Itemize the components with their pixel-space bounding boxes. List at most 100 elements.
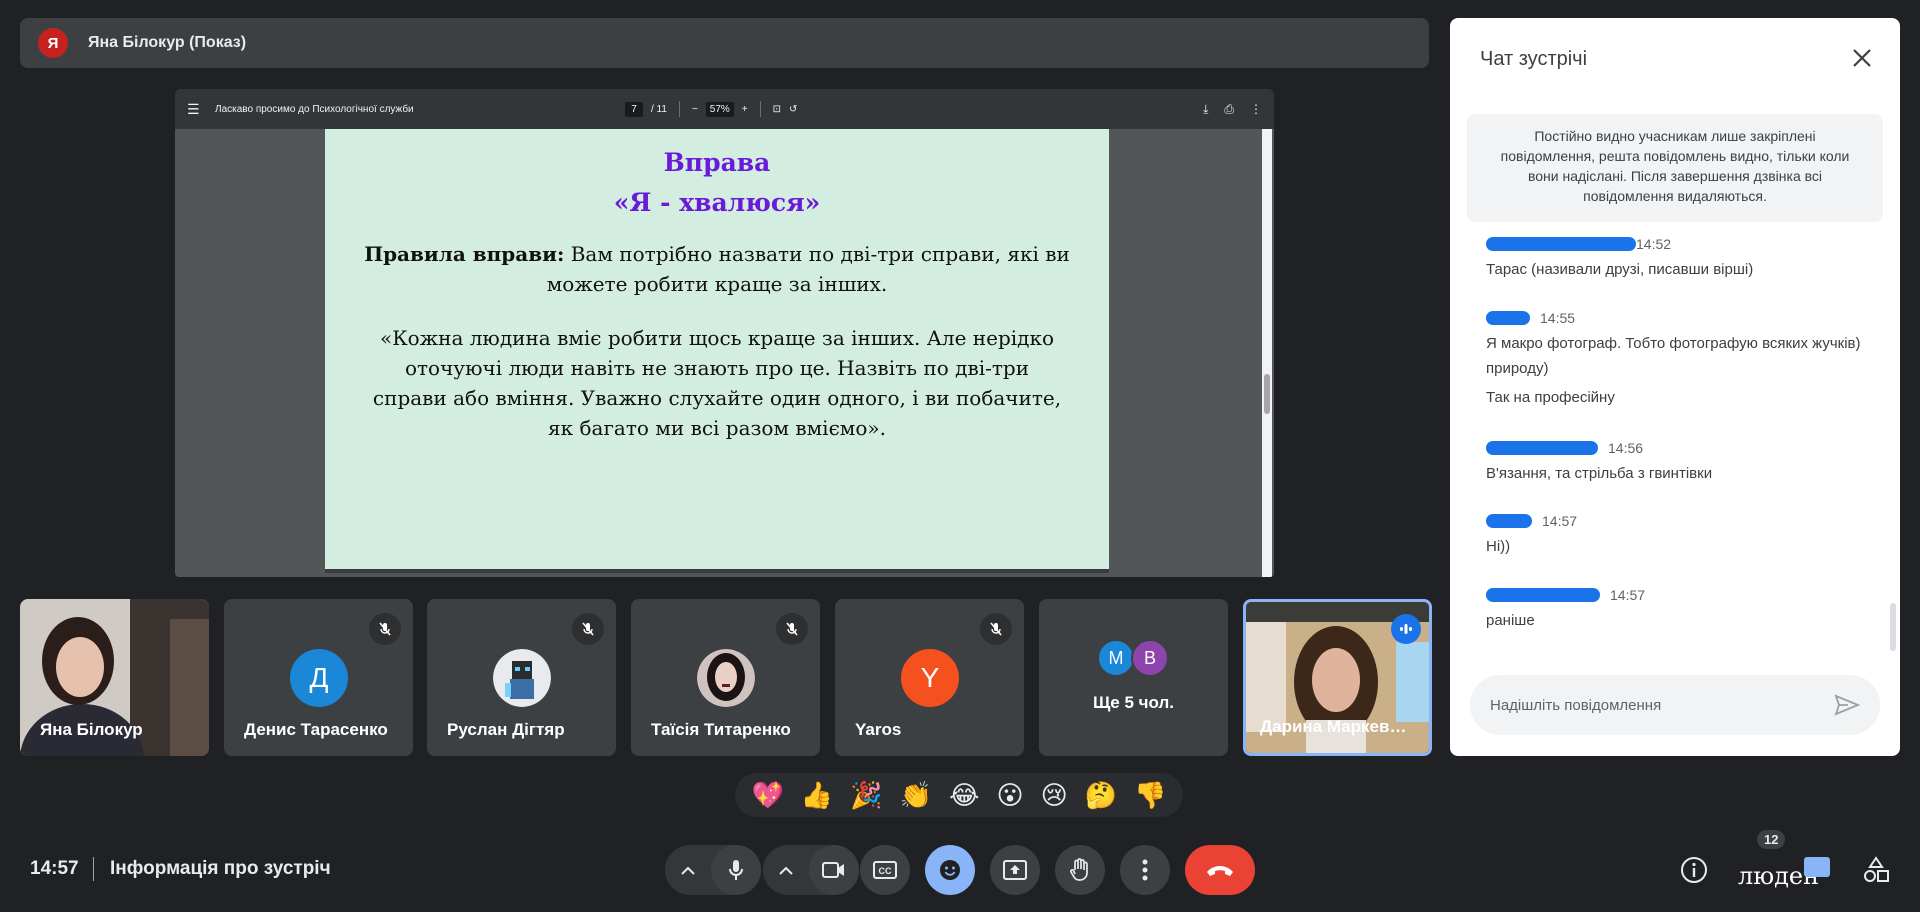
- participant-name: Таїсія Титаренко: [651, 720, 791, 739]
- participant-avatar: [493, 649, 551, 707]
- reaction-clap[interactable]: 👏: [900, 780, 932, 811]
- message-text: Так на професійну: [1486, 389, 1615, 406]
- participant-name: Яна Білокур: [40, 720, 143, 739]
- reaction-laugh[interactable]: 😂: [949, 780, 979, 811]
- chat-scrollbar[interactable]: [1890, 603, 1896, 651]
- chat-message: 14:56 В'язання, та стрільба з гвинтівки: [1486, 439, 1866, 486]
- participant-name: Yaros: [855, 720, 902, 739]
- emoji-button[interactable]: [925, 845, 975, 895]
- microphone-button[interactable]: [711, 845, 761, 895]
- participant-tile[interactable]: Дарина Маркев…: [1243, 599, 1432, 756]
- message-time: 14:57: [1542, 513, 1578, 529]
- reaction-thumbs-down[interactable]: 👎: [1134, 780, 1166, 811]
- more-participants-label: Ще 5 чол.: [1092, 693, 1175, 712]
- more-vert-icon: [1142, 859, 1148, 881]
- chat-message: 14:57 Ні)): [1486, 512, 1866, 559]
- participant-avatar: Y: [901, 649, 959, 707]
- message-time: 14:55: [1540, 310, 1576, 326]
- presented-pdf-viewer: ☰ Ласкаво просимо до Психологічної служб…: [175, 89, 1274, 577]
- present-icon: [1003, 860, 1027, 880]
- redacted-sender: [1486, 514, 1532, 528]
- captions-icon: CC: [873, 861, 897, 879]
- mic-off-icon: [369, 613, 401, 645]
- present-button[interactable]: [990, 845, 1040, 895]
- menu-icon: ☰: [187, 100, 200, 117]
- redacted-sender: [1486, 311, 1530, 325]
- camera-button[interactable]: [809, 845, 859, 895]
- mic-off-icon: [572, 613, 604, 645]
- reaction-heart[interactable]: 💖: [752, 780, 784, 811]
- close-icon: [1853, 49, 1871, 67]
- leave-call-button[interactable]: [1185, 845, 1255, 895]
- reaction-thinking[interactable]: 🤔: [1085, 780, 1117, 811]
- close-chat-button[interactable]: [1848, 44, 1876, 72]
- chevron-up-icon[interactable]: [763, 845, 809, 895]
- chat-message: 14:52 Тарас (називали друзі, писавши вір…: [1486, 235, 1866, 282]
- zoom-in-icon: +: [741, 103, 748, 115]
- pdf-page-number: 7: [625, 101, 643, 117]
- slide-title-line1: Вправа: [663, 148, 771, 177]
- activities-icon: [1864, 856, 1889, 882]
- hand-icon: [1070, 858, 1088, 881]
- chat-title: Чат зустрічі: [1480, 48, 1588, 70]
- redacted-sender: [1486, 588, 1600, 602]
- rules-label: Правила вправи:: [364, 242, 565, 266]
- send-icon[interactable]: [1834, 694, 1860, 716]
- message-time: 14:52: [1636, 236, 1672, 252]
- participant-avatar: В: [1131, 639, 1169, 677]
- mic-off-icon: [980, 613, 1012, 645]
- svg-text:CC: CC: [879, 866, 892, 876]
- raise-hand-button[interactable]: [1055, 845, 1105, 895]
- slide-title-line2: «Я - хвалюся»: [613, 188, 821, 217]
- emoji-icon: [940, 860, 960, 880]
- pdf-toolbar: ☰ Ласкаво просимо до Психологічної служб…: [175, 89, 1274, 129]
- message-time: 14:57: [1610, 587, 1646, 603]
- more-vert-icon: ⋮: [1250, 102, 1262, 116]
- message-text: В'язання, та стрільба з гвинтівки: [1486, 465, 1713, 482]
- more-options-button[interactable]: [1120, 845, 1170, 895]
- participant-tile[interactable]: Y Yaros: [835, 599, 1024, 756]
- pdf-zoom: 57%: [705, 101, 734, 117]
- slide-quote: «Кожна людина вміє робити щось краще за …: [372, 326, 1062, 440]
- download-icon: ⤓: [1203, 101, 1209, 116]
- participant-name: Дарина Маркев…: [1260, 717, 1407, 736]
- chat-icon[interactable]: [1804, 857, 1830, 877]
- meeting-details-button[interactable]: [1676, 850, 1712, 890]
- camera-control-group: [763, 845, 859, 895]
- participant-name: Денис Тарасенко: [244, 720, 388, 739]
- print-icon: ⎙: [1224, 101, 1234, 116]
- participant-avatar: [697, 649, 755, 707]
- more-participants-tile[interactable]: M В Ще 5 чол.: [1039, 599, 1228, 756]
- captions-button[interactable]: CC: [860, 845, 910, 895]
- reaction-surprised[interactable]: 😮: [996, 780, 1023, 811]
- participant-tile[interactable]: Д Денис Тарасенко: [224, 599, 413, 756]
- meeting-info-link[interactable]: Інформація про зустріч: [110, 858, 331, 880]
- message-text: Я макро фотограф. Тобто фотографую всяки…: [1486, 335, 1861, 377]
- chat-message: 14:57 раніше: [1486, 586, 1866, 633]
- presenter-avatar: Я: [38, 28, 68, 58]
- people-count-badge: 12: [1757, 830, 1786, 849]
- mic-control-group: [665, 845, 761, 895]
- presenter-name: Яна Білокур (Показ): [88, 34, 247, 51]
- chat-message-input[interactable]: [1490, 696, 1834, 714]
- activities-button[interactable]: [1858, 850, 1894, 890]
- rules-text: Вам потрібно назвати по дві-три справи, …: [546, 242, 1070, 296]
- message-time: 14:56: [1608, 440, 1644, 456]
- message-text: раніше: [1486, 612, 1535, 629]
- presenter-bar: Я Яна Білокур (Показ): [20, 18, 1429, 68]
- redacted-sender: [1486, 441, 1598, 455]
- chat-info-note: Постійно видно учасникам лише закріплені…: [1467, 114, 1883, 222]
- pdf-scrollbar: [1262, 129, 1272, 577]
- zoom-out-icon: −: [691, 103, 698, 115]
- message-text: Тарас (називали друзі, писавши вірші): [1486, 261, 1754, 278]
- hangup-icon: [1207, 866, 1233, 876]
- participant-tile[interactable]: Таїсія Титаренко: [631, 599, 820, 756]
- reaction-party[interactable]: 🎉: [850, 780, 882, 811]
- participant-name: Руслан Дігтяр: [447, 720, 565, 739]
- participant-tile[interactable]: Руслан Дігтяр: [427, 599, 616, 756]
- chat-message: 14:55 Я макро фотограф. Тобто фотографую…: [1486, 309, 1866, 410]
- chevron-up-icon[interactable]: [665, 845, 711, 895]
- reaction-sad[interactable]: 😢: [1041, 780, 1068, 811]
- participant-tile[interactable]: Яна Білокур: [20, 599, 209, 756]
- reaction-thumbs-up[interactable]: 👍: [801, 780, 833, 811]
